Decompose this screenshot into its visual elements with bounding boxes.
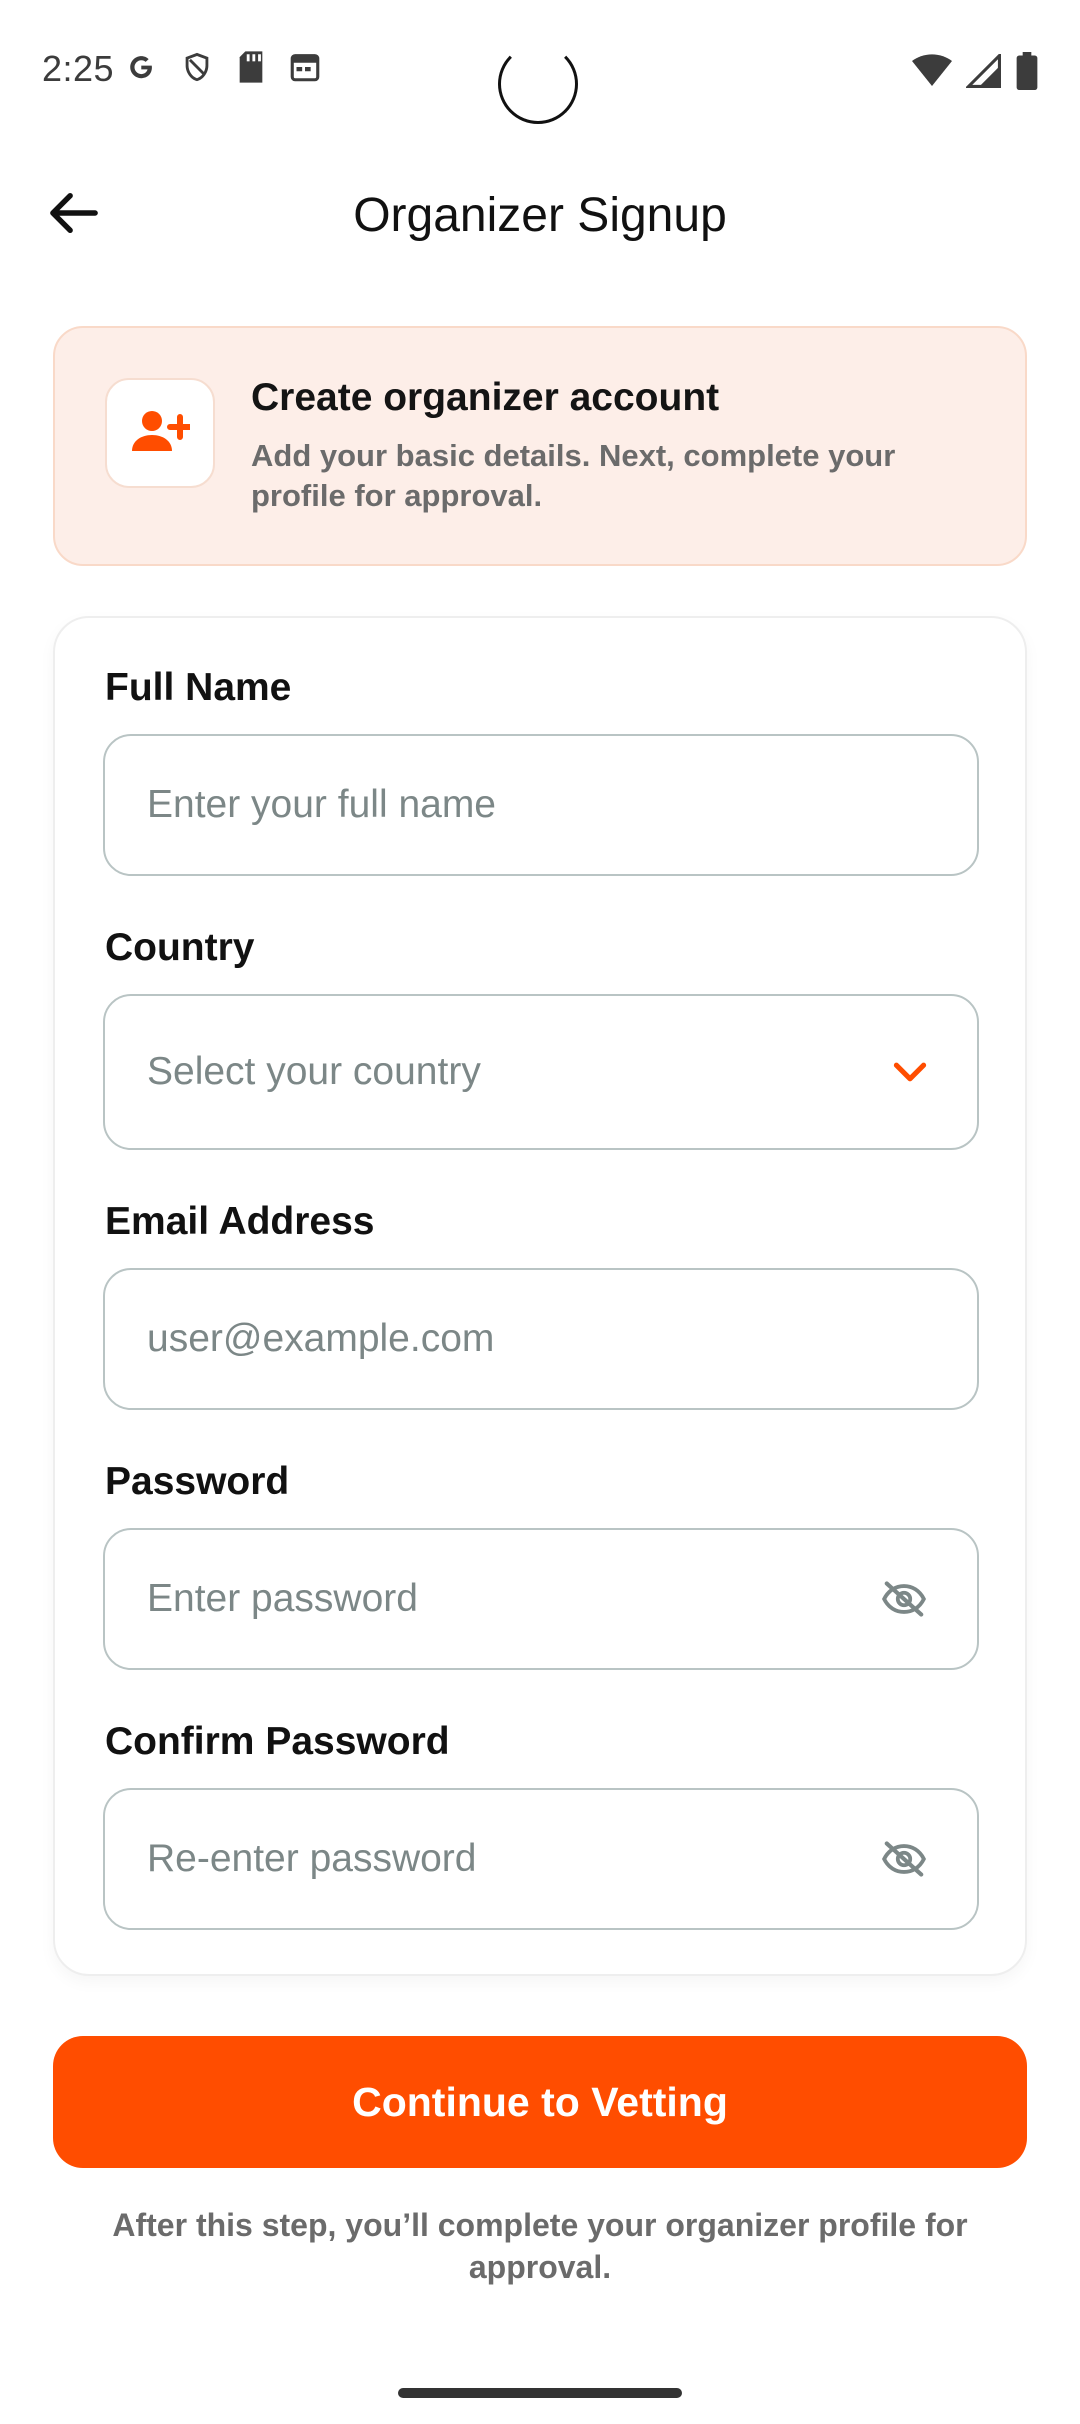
page-title: Organizer Signup xyxy=(353,189,727,242)
shield-icon xyxy=(180,50,214,84)
confirm-password-placeholder: Re-enter password xyxy=(147,1837,477,1880)
email-label: Email Address xyxy=(105,1200,375,1243)
footnote-text: After this step, you’ll complete your or… xyxy=(112,2207,968,2285)
signup-form-card: Full Name Enter your full name Country S… xyxy=(53,616,1027,1976)
continue-to-vetting-button[interactable]: Continue to Vetting xyxy=(53,2036,1027,2168)
confirm-password-field[interactable]: Re-enter password xyxy=(103,1788,979,1930)
country-placeholder: Select your country xyxy=(147,1050,481,1093)
password-field[interactable]: Enter password xyxy=(103,1528,979,1670)
status-bar: 2:25 xyxy=(0,0,1080,140)
calendar-icon xyxy=(288,50,322,84)
full-name-input[interactable]: Enter your full name xyxy=(103,734,979,876)
password-placeholder: Enter password xyxy=(147,1577,418,1620)
sd-card-icon xyxy=(236,50,266,84)
person-add-icon xyxy=(130,406,193,461)
status-icons-left xyxy=(124,50,322,84)
eye-off-icon[interactable] xyxy=(881,1840,927,1878)
battery-icon xyxy=(1016,52,1038,90)
status-icons-right xyxy=(912,52,1038,90)
info-banner: Create organizer account Add your basic … xyxy=(53,326,1027,566)
banner-description: Add your basic details. Next, complete y… xyxy=(251,438,896,513)
full-name-label: Full Name xyxy=(105,666,292,709)
confirm-password-label: Confirm Password xyxy=(105,1720,450,1763)
wifi-icon xyxy=(912,54,952,88)
status-time: 2:25 xyxy=(42,48,115,89)
country-select[interactable]: Select your country xyxy=(103,994,979,1150)
country-label: Country xyxy=(105,926,255,969)
google-icon xyxy=(124,50,158,84)
banner-icon-tile xyxy=(105,378,215,488)
home-indicator[interactable] xyxy=(398,2388,682,2398)
full-name-placeholder: Enter your full name xyxy=(147,783,497,826)
camera-cutout xyxy=(498,44,578,124)
phone-screen: 2:25 Organizer Signup Create organizer a… xyxy=(0,0,1080,2424)
email-placeholder: user@example.com xyxy=(147,1317,495,1360)
email-field[interactable]: user@example.com xyxy=(103,1268,979,1410)
password-label: Password xyxy=(105,1460,290,1503)
chevron-down-icon xyxy=(893,1061,927,1083)
banner-title: Create organizer account xyxy=(251,376,720,419)
signal-icon xyxy=(966,54,1002,88)
app-bar: Organizer Signup xyxy=(0,170,1080,260)
eye-off-icon[interactable] xyxy=(881,1580,927,1618)
